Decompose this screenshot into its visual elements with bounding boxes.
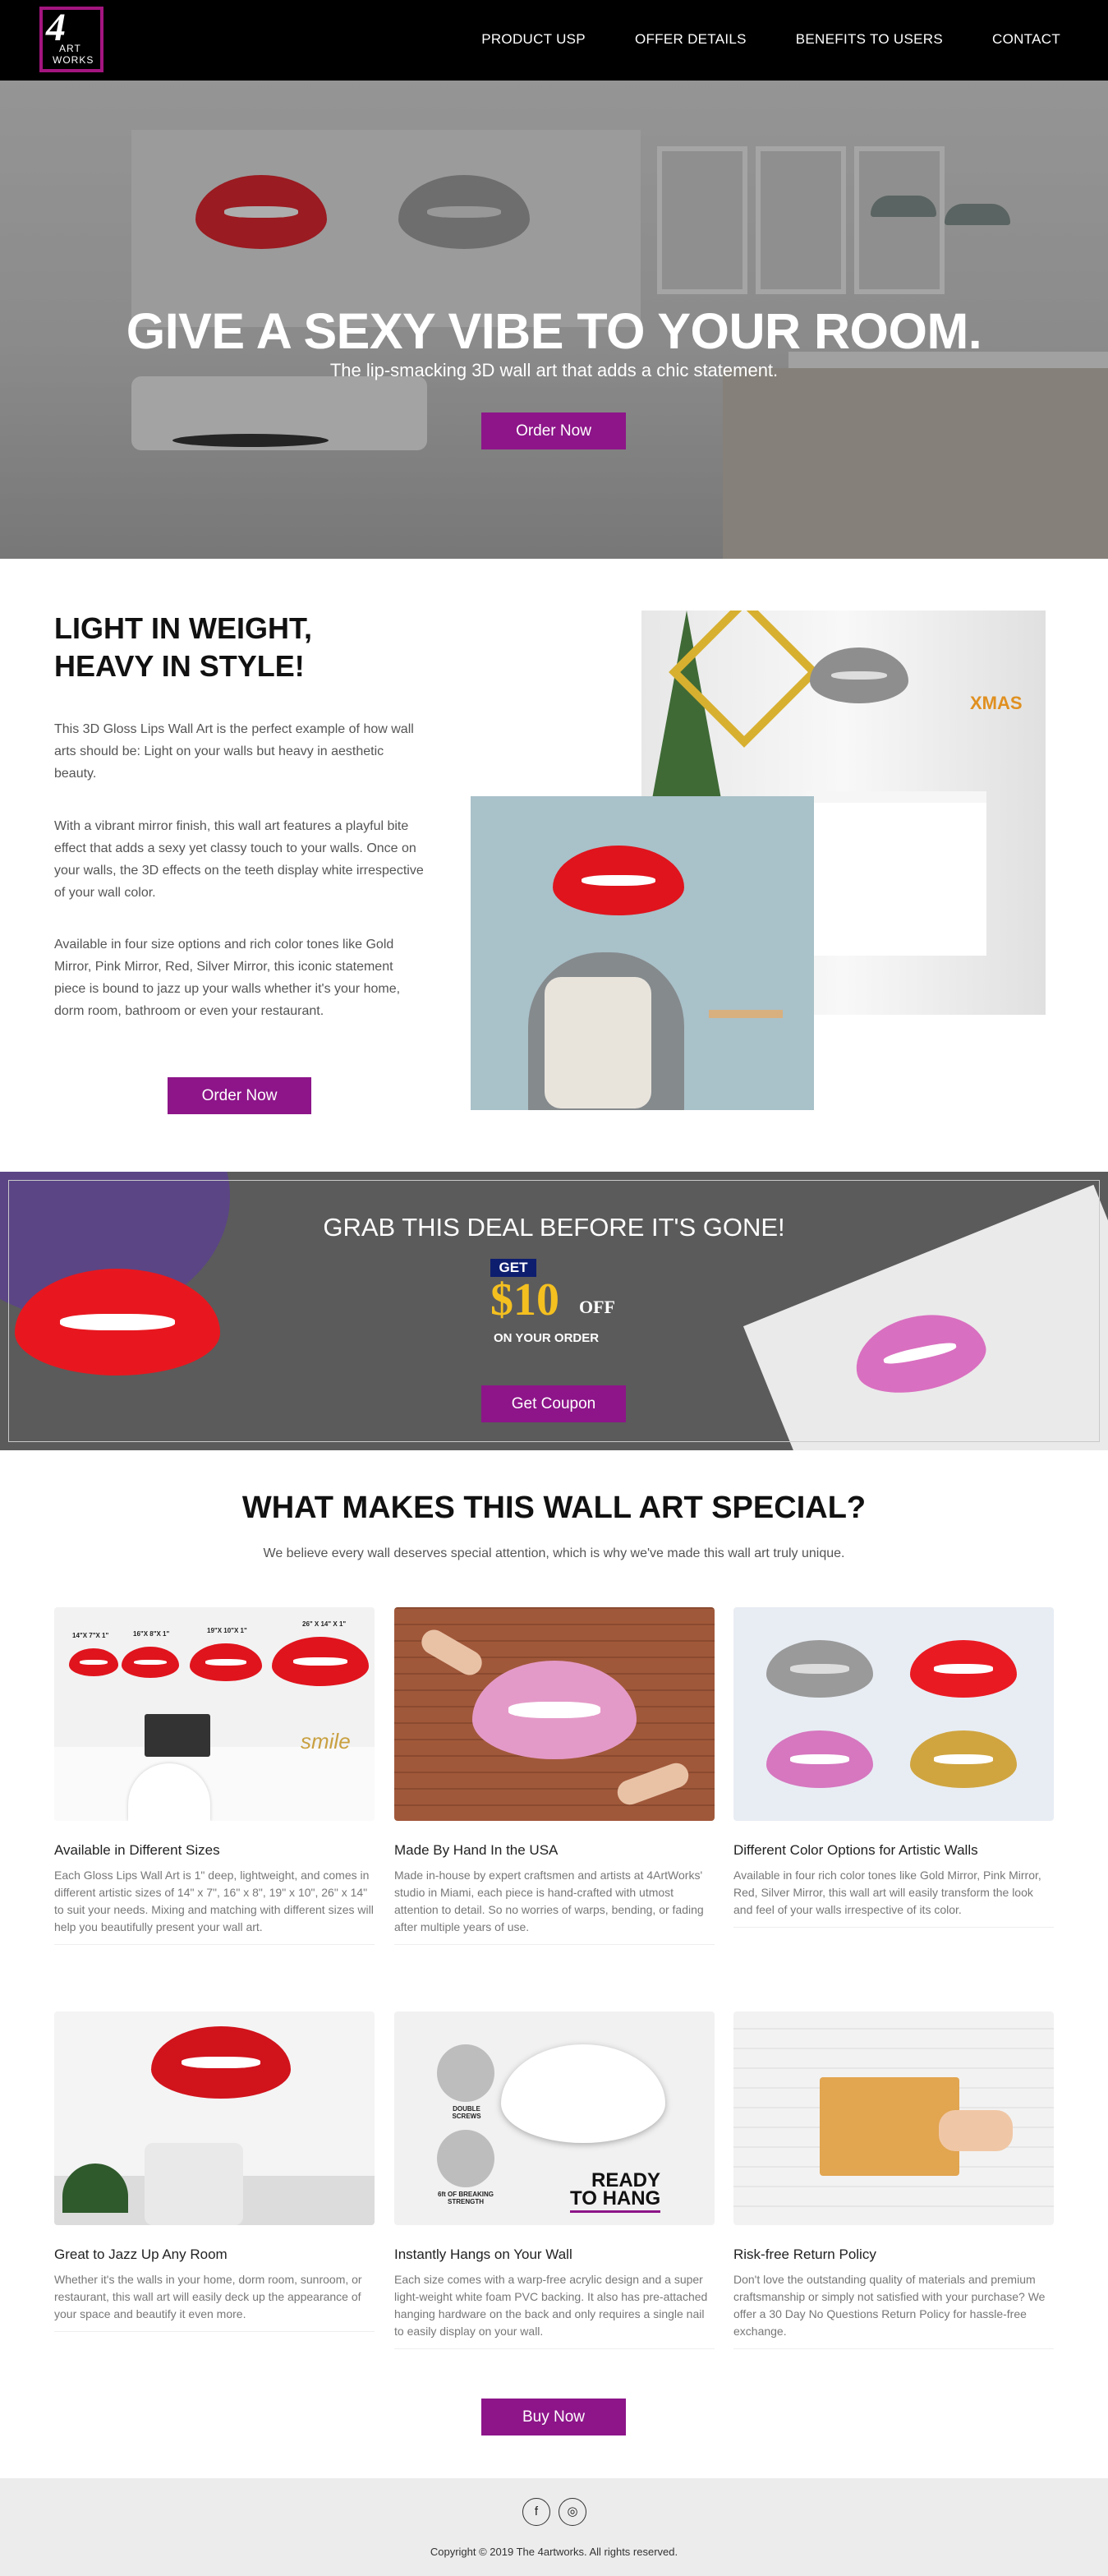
- card-title: Different Color Options for Artistic Wal…: [733, 1842, 978, 1858]
- instagram-icon[interactable]: ◎: [559, 2498, 586, 2526]
- pink-lips-art: [472, 1661, 637, 1759]
- card-title: Instantly Hangs on Your Wall: [394, 2247, 572, 2262]
- living-room-image: [471, 796, 814, 1110]
- card-title: Available in Different Sizes: [54, 1842, 220, 1858]
- silver-lips-art: [810, 647, 908, 703]
- deal-off-label: OFF: [579, 1297, 615, 1317]
- nav-contact[interactable]: CONTACT: [992, 31, 1060, 48]
- nav-product-usp[interactable]: PRODUCT USP: [481, 31, 586, 48]
- card-title: Great to Jazz Up Any Room: [54, 2247, 228, 2262]
- hero-subtitle: The lip-smacking 3D wall art that adds a…: [329, 360, 779, 380]
- card-description: Made in-house by expert craftsmen and ar…: [394, 1867, 715, 1945]
- feature-paragraph: With a vibrant mirror finish, this wall …: [54, 819, 424, 900]
- room-image: [54, 2011, 375, 2225]
- fireplace: [806, 791, 986, 956]
- xmas-sign: XMAS: [970, 693, 1023, 713]
- copyright-text: Copyright © 2019 The 4artworks. All righ…: [430, 2546, 678, 2558]
- feature-order-button[interactable]: Order Now: [168, 1077, 311, 1114]
- desk: [54, 1747, 375, 1821]
- hero-title: GIVE A SEXY VIBE TO YOUR ROOM.: [126, 303, 982, 359]
- throw-blanket: [545, 977, 651, 1108]
- pink-lips-art: [766, 1730, 873, 1788]
- size-label: 14"X 7"X 1": [72, 1632, 109, 1639]
- deal-amount: $10: [490, 1274, 559, 1325]
- special-title: WHAT MAKES THIS WALL ART SPECIAL?: [241, 1491, 867, 1525]
- red-lips-art: [910, 1640, 1017, 1698]
- to-hang-label: TO HANG: [570, 2187, 661, 2213]
- red-lips-small: [69, 1648, 118, 1676]
- feature-card-return: Risk-free Return Policy Don't love the o…: [733, 2011, 1054, 2349]
- nav-benefits[interactable]: BENEFITS TO USERS: [796, 31, 943, 48]
- plant: [62, 2164, 128, 2213]
- red-lips-medium: [190, 1643, 262, 1681]
- chair: [145, 2143, 243, 2225]
- return-policy-image: [733, 2011, 1054, 2225]
- white-backing: [501, 2044, 665, 2143]
- feature-card-colors: Different Color Options for Artistic Wal…: [733, 1607, 1054, 1928]
- wire-icon: [437, 2130, 494, 2187]
- feature-card-sizes: 14"X 7"X 1" 16"X 8"X 1" 19"X 10"X 1" 26"…: [54, 1607, 375, 1945]
- hero-order-button[interactable]: Order Now: [481, 412, 626, 449]
- logo-word-art: ART: [59, 43, 81, 54]
- size-label: 19"X 10"X 1": [207, 1627, 247, 1634]
- hero-banner: GIVE A SEXY VIBE TO YOUR ROOM. The lip-s…: [0, 81, 1108, 559]
- laptop: [145, 1714, 210, 1757]
- top-navbar: 4 ART WORKS PRODUCT USP OFFER DETAILS BE…: [0, 0, 1108, 81]
- card-description: Available in four rich color tones like …: [733, 1867, 1054, 1928]
- feature-paragraph: This 3D Gloss Lips Wall Art is the perfe…: [54, 722, 414, 781]
- card-description: Whether it's the walls in your home, dor…: [54, 2271, 375, 2332]
- deal-title: GRAB THIS DEAL BEFORE IT'S GONE!: [323, 1213, 785, 1242]
- feature-card-handmade: Made By Hand In the USA Made in-house by…: [394, 1607, 715, 1945]
- feature-title-line1: LIGHT IN WEIGHT,: [54, 611, 312, 645]
- deal-banner: GRAB THIS DEAL BEFORE IT'S GONE! GET $10…: [0, 1172, 1108, 1450]
- silver-lips-art: [766, 1640, 873, 1698]
- smile-decor: smile: [301, 1729, 351, 1753]
- red-lips-large: [272, 1637, 369, 1686]
- main-menu: PRODUCT USP OFFER DETAILS BENEFITS TO US…: [481, 31, 1060, 48]
- brick-wall-image: [394, 1607, 715, 1821]
- card-description: Each Gloss Lips Wall Art is 1" deep, lig…: [54, 1867, 375, 1945]
- card-title: Made By Hand In the USA: [394, 1842, 559, 1858]
- feature-title-line2: HEAVY IN STYLE!: [54, 649, 305, 683]
- red-lips-small: [122, 1647, 179, 1678]
- feature-title: LIGHT IN WEIGHT, HEAVY IN STYLE!: [54, 610, 399, 685]
- sizes-image: 14"X 7"X 1" 16"X 8"X 1" 19"X 10"X 1" 26"…: [54, 1607, 375, 1821]
- strength-label: 6ft OF BREAKING STRENGTH: [438, 2191, 494, 2205]
- size-label: 26" X 14" X 1": [302, 1620, 347, 1628]
- feature-card-room: Great to Jazz Up Any Room Whether it's t…: [54, 2011, 375, 2332]
- screws-icon: [437, 2044, 494, 2102]
- card-description: Each size comes with a warp-free acrylic…: [394, 2271, 715, 2349]
- red-lips-art: [151, 2026, 291, 2099]
- special-subtitle: We believe every wall deserves special a…: [263, 1546, 845, 1560]
- side-table: [709, 1010, 783, 1018]
- deal-on-order: ON YOUR ORDER: [494, 1331, 600, 1345]
- logo-word-works: WORKS: [53, 54, 94, 66]
- footer: f ◎ Copyright © 2019 The 4artworks. All …: [0, 2478, 1108, 2576]
- facebook-icon[interactable]: f: [522, 2498, 550, 2526]
- double-screws-label: DOUBLE SCREWS: [452, 2105, 481, 2120]
- hand: [939, 2110, 1013, 2151]
- red-lips-art: [553, 846, 684, 915]
- color-options-image: [733, 1607, 1054, 1821]
- buy-now-button[interactable]: Buy Now: [481, 2399, 626, 2435]
- nav-offer-details[interactable]: OFFER DETAILS: [635, 31, 747, 48]
- ready-to-hang-image: DOUBLE SCREWS 6ft OF BREAKING STRENGTH R…: [394, 2011, 715, 2225]
- feature-paragraph: Available in four size options and rich …: [54, 938, 401, 1018]
- get-coupon-button[interactable]: Get Coupon: [481, 1385, 626, 1422]
- card-title: Risk-free Return Policy: [733, 2247, 876, 2262]
- feature-card-hang: DOUBLE SCREWS 6ft OF BREAKING STRENGTH R…: [394, 2011, 715, 2349]
- size-label: 16"X 8"X 1": [133, 1630, 170, 1638]
- hand: [416, 1625, 487, 1680]
- brand-logo[interactable]: 4 ART WORKS: [39, 6, 103, 72]
- hand: [614, 1759, 692, 1809]
- card-description: Don't love the outstanding quality of ma…: [733, 2271, 1054, 2349]
- gold-lips-art: [910, 1730, 1017, 1788]
